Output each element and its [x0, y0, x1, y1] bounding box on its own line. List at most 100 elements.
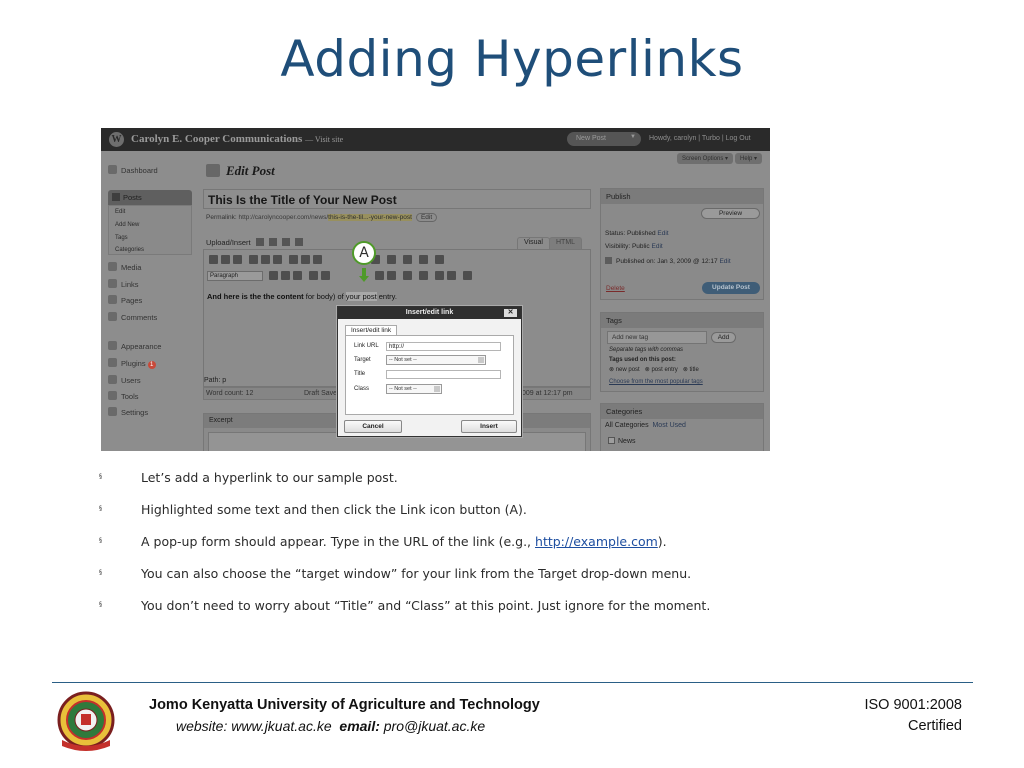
- tags-used-label: Tags used on this post:: [609, 357, 676, 363]
- iso-label: ISO 9001:2008: [864, 697, 962, 713]
- tag-item[interactable]: ⊗ post entry: [645, 367, 678, 373]
- menu-plugins[interactable]: Plugins 1: [108, 358, 156, 369]
- tag-item[interactable]: ⊗ title: [683, 367, 699, 373]
- bold-icon[interactable]: [209, 255, 218, 264]
- class-select[interactable]: -- Not set --: [386, 384, 442, 394]
- add-tag-button[interactable]: Add: [711, 332, 736, 343]
- outdent2-icon[interactable]: [419, 271, 428, 280]
- special-char-icon[interactable]: [387, 271, 396, 280]
- screen-options-button[interactable]: Screen Options ▾: [677, 153, 734, 164]
- help-button[interactable]: Help ▾: [735, 153, 763, 164]
- undo-icon[interactable]: [435, 271, 444, 280]
- category-checkbox[interactable]: [608, 437, 615, 444]
- bullet-list-icon[interactable]: [249, 255, 258, 264]
- submenu-tags[interactable]: Tags: [115, 235, 128, 241]
- category-news[interactable]: News: [608, 437, 636, 445]
- submenu-edit[interactable]: Edit: [115, 209, 125, 215]
- user-links[interactable]: Howdy, carolyn | Turbo | Log Out: [649, 135, 751, 142]
- numbered-list-icon[interactable]: [261, 255, 270, 264]
- cancel-button[interactable]: Cancel: [344, 420, 402, 433]
- italic-icon[interactable]: [221, 255, 230, 264]
- visibility-edit-link[interactable]: Edit: [652, 243, 663, 250]
- menu-posts[interactable]: Posts: [108, 190, 192, 205]
- selected-text[interactable]: your post: [345, 292, 377, 301]
- status-edit-link[interactable]: Edit: [657, 230, 668, 237]
- tab-most-used[interactable]: Most Used: [652, 422, 685, 429]
- popular-tags-link[interactable]: Choose from the most popular tags: [609, 379, 703, 385]
- help-icon[interactable]: [463, 271, 472, 280]
- format-select[interactable]: Paragraph: [207, 271, 263, 281]
- justify-icon[interactable]: [281, 271, 290, 280]
- insert-button[interactable]: Insert: [461, 420, 517, 433]
- add-image-icon[interactable]: [255, 238, 264, 246]
- tag-item[interactable]: ⊗ new post: [609, 367, 640, 373]
- text-color-icon[interactable]: [293, 271, 302, 280]
- site-title[interactable]: Carolyn E. Cooper Communications — Visit…: [131, 133, 343, 145]
- menu-users[interactable]: Users: [108, 375, 141, 385]
- tag-input[interactable]: Add new tag: [607, 331, 707, 344]
- menu-pages[interactable]: Pages: [108, 295, 142, 305]
- bullet-marker: §: [99, 473, 102, 480]
- class-label: Class: [354, 386, 370, 392]
- target-select[interactable]: -- Not set --: [386, 355, 486, 365]
- new-post-dropdown[interactable]: ▼ New Post: [567, 132, 641, 146]
- menu-comments[interactable]: Comments: [108, 312, 157, 322]
- publish-heading[interactable]: Publish: [601, 189, 763, 204]
- tags-heading[interactable]: Tags: [601, 313, 763, 328]
- redo-icon[interactable]: [447, 271, 456, 280]
- permalink-row: Permalink: http://carolyncooper.com/news…: [206, 213, 438, 222]
- permalink-edit-button[interactable]: Edit: [415, 213, 438, 222]
- strikethrough-icon[interactable]: [233, 255, 242, 264]
- close-icon[interactable]: ✕: [504, 309, 517, 317]
- categories-heading[interactable]: Categories: [601, 404, 763, 419]
- preview-button[interactable]: Preview: [701, 208, 760, 219]
- indent-icon[interactable]: [403, 271, 412, 280]
- published-edit-link[interactable]: Edit: [719, 258, 730, 265]
- email-link[interactable]: pro@jkuat.ac.ke: [384, 718, 485, 734]
- plugins-icon: [108, 358, 117, 367]
- kitchen-sink-icon[interactable]: [435, 255, 444, 264]
- paste-text-icon[interactable]: [309, 271, 318, 280]
- institution-name: Jomo Kenyatta University of Agriculture …: [149, 697, 540, 713]
- website-link[interactable]: www.jkuat.ac.ke: [231, 718, 331, 734]
- add-video-icon[interactable]: [268, 238, 277, 246]
- align-right-icon[interactable]: [313, 255, 322, 264]
- delete-link[interactable]: Delete: [606, 285, 625, 292]
- tab-all-categories[interactable]: All Categories: [605, 422, 649, 429]
- permalink-slug[interactable]: this-is-the-til...-your-new-post: [328, 214, 412, 221]
- menu-dashboard[interactable]: Dashboard: [108, 165, 158, 175]
- menu-tools[interactable]: Tools: [108, 391, 139, 401]
- bullet-1: Let’s add a hyperlink to our sample post…: [141, 470, 398, 485]
- menu-settings[interactable]: Settings: [108, 407, 148, 417]
- menu-appearance[interactable]: Appearance: [108, 341, 161, 351]
- bullet-3: A pop-up form should appear. Type in the…: [141, 534, 667, 549]
- link-url-input[interactable]: http://: [386, 342, 501, 351]
- submenu-categories[interactable]: Categories: [115, 247, 144, 253]
- update-post-button[interactable]: Update Post: [702, 282, 760, 294]
- plugins-count-badge: 1: [147, 361, 156, 369]
- example-link[interactable]: http://example.com: [535, 534, 658, 549]
- blockquote-icon[interactable]: [273, 255, 282, 264]
- outdent-icon[interactable]: [375, 271, 384, 280]
- fullscreen-icon[interactable]: [419, 255, 428, 264]
- submenu-add-new[interactable]: Add New: [115, 222, 139, 228]
- post-visibility: Visibility: Public Edit: [605, 243, 663, 250]
- dropdown-arrow-icon: [434, 386, 440, 392]
- add-media-icon[interactable]: [294, 238, 303, 246]
- underline-icon[interactable]: [269, 271, 278, 280]
- more-tag-icon[interactable]: [387, 255, 396, 264]
- menu-media[interactable]: Media: [108, 262, 141, 272]
- title-input[interactable]: [386, 370, 501, 379]
- spellcheck-icon[interactable]: [403, 255, 412, 264]
- tab-html[interactable]: HTML: [549, 237, 583, 249]
- add-audio-icon[interactable]: [281, 238, 290, 246]
- tab-visual[interactable]: Visual: [517, 237, 550, 249]
- slide-title: Adding Hyperlinks: [280, 30, 744, 88]
- bullet-marker: §: [99, 569, 102, 576]
- align-center-icon[interactable]: [301, 255, 310, 264]
- editor-content[interactable]: And here is the the content for body) of…: [207, 292, 397, 301]
- menu-links[interactable]: Links: [108, 279, 139, 289]
- align-left-icon[interactable]: [289, 255, 298, 264]
- post-title-input[interactable]: This Is the Title of Your New Post: [203, 189, 591, 209]
- paste-word-icon[interactable]: [321, 271, 330, 280]
